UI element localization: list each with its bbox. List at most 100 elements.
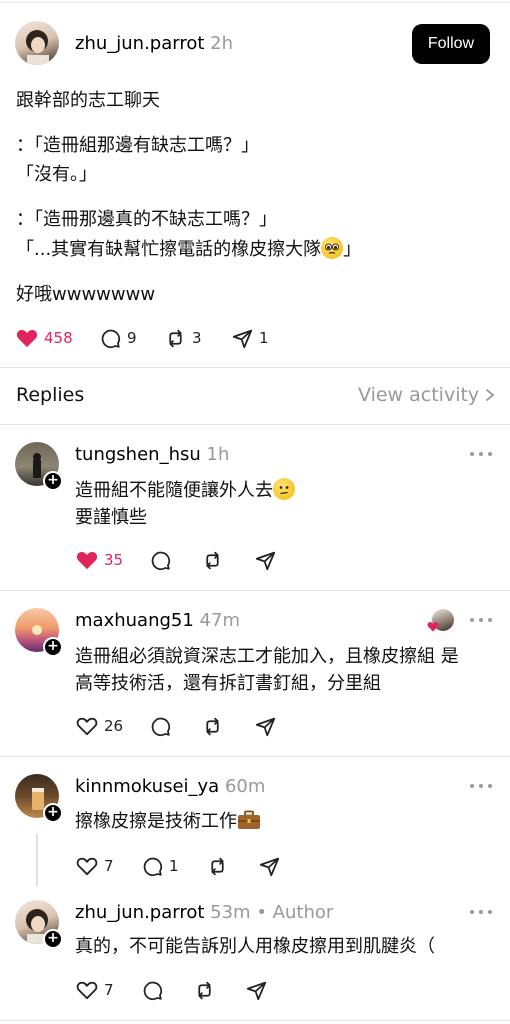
post-comment-count: 9	[127, 329, 137, 347]
reply-text: 造冊組不能隨便讓外人去	[75, 480, 273, 501]
reply-repost-button[interactable]	[202, 711, 223, 741]
reply-actions: 7 1	[0, 851, 510, 881]
reply-username[interactable]: maxhuang51	[75, 610, 194, 631]
post-repost-button[interactable]: 3	[165, 323, 202, 353]
repost-icon	[211, 857, 224, 875]
reply-username-line: tungshen_hsu 1h	[75, 444, 229, 465]
reply-actions: 35	[0, 545, 510, 575]
author-badge: • Author	[256, 902, 334, 923]
reply-share-button[interactable]	[259, 851, 280, 881]
more-options-icon[interactable]	[470, 615, 492, 625]
post-like-count: 458	[44, 329, 73, 347]
briefcase-emoji-icon	[237, 810, 261, 838]
reply-time: 1h	[206, 444, 230, 465]
reply-divider	[0, 756, 510, 757]
follow-plus-icon[interactable]: +	[43, 637, 63, 657]
reply-like-count: 26	[104, 717, 124, 735]
comment-icon	[151, 717, 171, 736]
replies-header-divider	[0, 424, 510, 425]
repost-icon	[206, 551, 219, 569]
reply-comment-button[interactable]	[150, 711, 171, 741]
post-text-line-5-body: 「...其實有缺幫忙擦電話的橡皮擦大隊	[16, 239, 322, 260]
heart-outline-icon	[76, 981, 98, 1000]
reply-repost-button[interactable]	[194, 975, 215, 1005]
post-text-line-2: ：「造冊組那邊有缺志工嗎？」	[16, 135, 259, 156]
more-options-icon[interactable]	[470, 449, 492, 459]
comment-icon	[143, 981, 163, 1000]
repost-icon	[198, 981, 211, 999]
reply-username[interactable]: zhu_jun.parrot	[75, 902, 204, 923]
liked-by-author-avatar	[427, 609, 454, 632]
heart-filled-icon	[427, 622, 439, 632]
more-options-icon[interactable]	[470, 781, 492, 791]
follow-button[interactable]: Follow	[412, 24, 490, 64]
heart-outline-icon	[76, 717, 98, 736]
reply-username-line: maxhuang51 47m	[75, 610, 240, 631]
reply-text-line: 造冊組不能隨便讓外人去	[75, 477, 295, 504]
reply-repost-button[interactable]	[202, 545, 223, 575]
heart-filled-icon	[76, 551, 98, 570]
reply-like-button[interactable]: 7	[76, 851, 114, 881]
top-divider	[0, 2, 510, 3]
post-text-line-3: 「沒有。」	[16, 164, 97, 185]
post-like-button[interactable]: 458	[16, 323, 73, 353]
reply-time: 53m	[210, 902, 251, 923]
reply-repost-button[interactable]	[207, 851, 228, 881]
post-share-count: 1	[259, 329, 269, 347]
reply-share-button[interactable]	[255, 711, 276, 741]
reply-text-line: 造冊組必須說資深志工才能加入，且橡皮擦組 是	[75, 646, 459, 667]
reply-like-button[interactable]: 26	[76, 711, 123, 741]
post-username[interactable]: zhu_jun.parrot	[75, 33, 204, 54]
send-icon	[246, 981, 267, 1000]
reply-username-line: zhu_jun.parrot 53m • Author	[75, 902, 333, 923]
pleading-face-emoji-icon	[321, 237, 344, 259]
uneasy-face-emoji-icon	[273, 478, 295, 500]
reply-text: 擦橡皮擦是技術工作	[75, 811, 237, 832]
post-actions: 458 9 3 1	[0, 323, 510, 353]
reply-time: 47m	[199, 610, 240, 631]
post-comment-button[interactable]: 9	[100, 323, 137, 353]
follow-plus-icon[interactable]: +	[43, 471, 63, 491]
reply-share-button[interactable]	[246, 975, 267, 1005]
post-repost-count: 3	[192, 329, 202, 347]
reply-like-button[interactable]: 7	[76, 975, 114, 1005]
more-options-icon[interactable]	[470, 907, 492, 917]
post-text-line-5-end: 」	[343, 239, 362, 260]
view-activity-label: View activity	[358, 384, 480, 406]
follow-plus-icon[interactable]: +	[43, 929, 63, 949]
reply-text-line: 擦橡皮擦是技術工作	[75, 808, 261, 838]
send-icon	[255, 551, 276, 570]
post-time: 2h	[210, 33, 234, 54]
reply-like-count: 35	[104, 551, 124, 569]
view-activity-link[interactable]: View activity	[358, 384, 497, 406]
reply-share-button[interactable]	[255, 545, 276, 575]
reply-text-line: 真的，不可能告訴別人用橡皮擦用到肌腱炎（	[75, 936, 435, 957]
reply-username[interactable]: tungshen_hsu	[75, 444, 201, 465]
replies-title: Replies	[16, 384, 85, 406]
repost-icon	[206, 717, 219, 735]
post-divider	[0, 367, 510, 368]
post-username-line: zhu_jun.parrot 2h	[75, 33, 233, 54]
avatar[interactable]	[15, 21, 59, 65]
reply-username-line: kinnmokusei_ya 60m	[75, 776, 265, 797]
reply-text-line: 要謹慎些	[75, 507, 147, 528]
reply-username[interactable]: kinnmokusei_ya	[75, 776, 219, 797]
follow-plus-icon[interactable]: +	[43, 803, 63, 823]
send-icon	[232, 329, 253, 348]
bottom-divider	[0, 1020, 510, 1021]
repost-icon	[169, 329, 182, 347]
reply-divider	[0, 590, 510, 591]
post-text-line-5: 「...其實有缺幫忙擦電話的橡皮擦大隊 」	[16, 237, 361, 262]
reply-comment-button[interactable]: 1	[142, 851, 179, 881]
reply-comment-button[interactable]	[150, 545, 171, 575]
avatar-image-icon	[26, 30, 49, 65]
heart-outline-icon	[76, 857, 98, 876]
post-share-button[interactable]: 1	[232, 323, 269, 353]
send-icon	[259, 857, 280, 876]
post-text-line-4: ：「造冊那邊真的不缺志工嗎？」	[16, 209, 277, 230]
comment-icon	[101, 329, 121, 348]
reply-like-count: 7	[104, 857, 114, 875]
reply-like-button[interactable]: 35	[76, 545, 123, 575]
reply-like-count: 7	[104, 981, 114, 999]
reply-comment-button[interactable]	[142, 975, 163, 1005]
